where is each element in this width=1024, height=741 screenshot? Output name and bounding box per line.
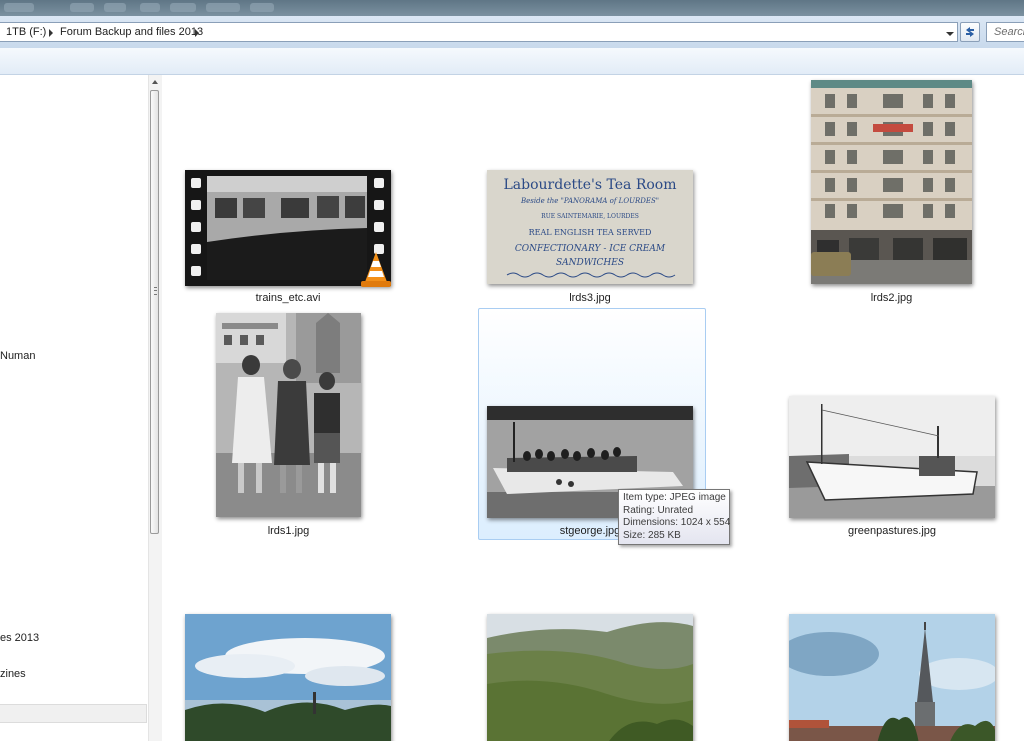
scrollbar-grip-icon [154, 287, 157, 295]
nav-item-numan[interactable]: Numan [0, 350, 35, 362]
image-thumbnail [185, 614, 391, 741]
tooltip-item-type: Item type: JPEG image [623, 492, 726, 503]
vlc-cone-icon [361, 252, 391, 287]
nav-scrollbar[interactable] [148, 75, 163, 741]
image-thumbnail [487, 614, 693, 741]
nav-item-files-2013[interactable]: es 2013 [0, 632, 39, 644]
nav-item-magazines[interactable]: zines [0, 668, 26, 680]
scroll-up-arrow-icon[interactable] [152, 80, 158, 84]
image-thumbnail [216, 313, 361, 517]
file-name: lrds1.jpg [267, 525, 310, 537]
file-info-tooltip: Item type: JPEG image Rating: Unrated Di… [618, 489, 730, 545]
tearoom-line: SANDWICHES [555, 258, 625, 268]
tooltip-rating: Rating: Unrated [623, 504, 694, 516]
image-thumbnail [789, 614, 995, 741]
address-row: 1TB (F:) Forum Backup and files 2013 Sea… [0, 16, 1024, 49]
nav-selection-highlight [0, 704, 147, 723]
tearoom-title: Labourdette's Tea Room [503, 177, 677, 193]
window-title-bar [0, 0, 1024, 16]
address-dropdown-icon[interactable] [942, 28, 956, 40]
scrollbar-thumb[interactable] [150, 90, 159, 534]
breadcrumb-folder[interactable]: Forum Backup and files 2013 [60, 26, 203, 38]
search-placeholder: Search [994, 26, 1024, 38]
file-name: greenpastures.jpg [847, 525, 937, 537]
file-name: trains_etc.avi [255, 292, 321, 304]
breadcrumb-separator-icon[interactable] [49, 29, 53, 37]
file-view: trains_etc.avi Labourdette's Tea Room Be… [162, 75, 1024, 741]
tooltip-size: Size: 285 KB [623, 529, 681, 541]
file-name: lrds2.jpg [870, 292, 913, 304]
breadcrumb-drive[interactable]: 1TB (F:) [6, 26, 46, 38]
image-thumbnail [811, 80, 972, 284]
tearoom-line: REAL ENGLISH TEA SERVED [528, 228, 652, 237]
navigation-pane: Numan es 2013 zines [0, 75, 148, 741]
tearoom-line: Beside the "PANORAMA of LOURDES" [521, 197, 659, 205]
refresh-icon [966, 27, 974, 37]
file-name: lrds3.jpg [569, 292, 611, 304]
refresh-button[interactable] [960, 22, 980, 42]
tooltip-dimensions: Dimensions: 1024 x 554 [623, 517, 731, 528]
image-thumbnail [789, 396, 995, 518]
breadcrumb-separator-icon[interactable] [195, 29, 199, 37]
search-input[interactable]: Search [986, 22, 1024, 42]
tearoom-line: CONFECTIONARY - ICE CREAM [514, 244, 666, 254]
address-bar[interactable]: 1TB (F:) Forum Backup and files 2013 [0, 22, 958, 42]
command-toolbar [0, 48, 1024, 75]
tearoom-line: RUE SAINTEMARIE, LOURDES [541, 213, 639, 220]
image-thumbnail: Labourdette's Tea Room Beside the "PANOR… [487, 170, 693, 284]
